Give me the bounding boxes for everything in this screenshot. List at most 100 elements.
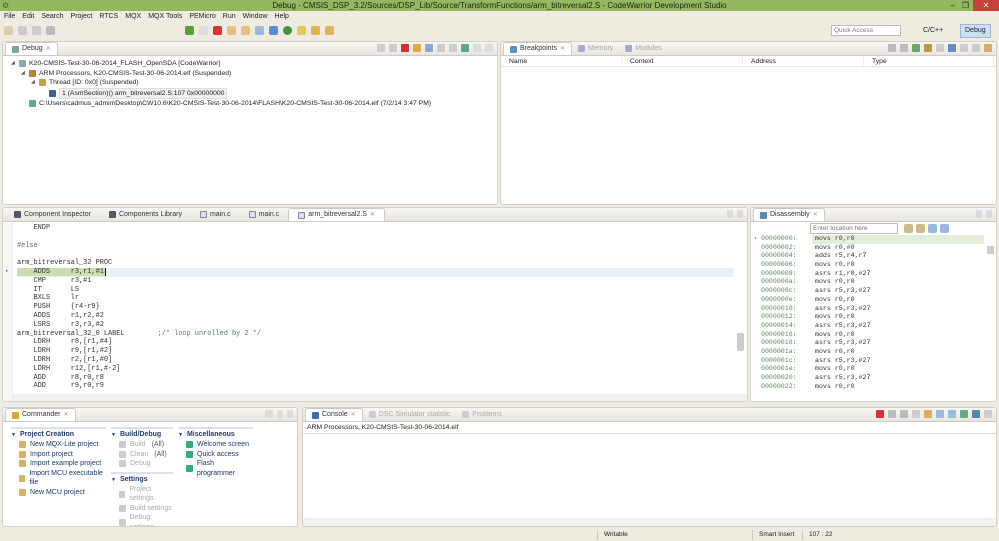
link-icon[interactable] xyxy=(928,224,937,233)
commander-section-header[interactable]: ▼ Miscellaneous xyxy=(178,427,253,438)
commander-section-header[interactable]: ▼ Project Creation xyxy=(11,427,106,438)
back-icon[interactable] xyxy=(311,26,320,35)
minimize-button[interactable]: – xyxy=(951,0,955,11)
column-header-type[interactable]: Type xyxy=(864,56,994,66)
menu-search[interactable]: Search xyxy=(41,11,63,22)
commander-item[interactable]: Welcome screen xyxy=(178,440,253,450)
save-all-icon[interactable] xyxy=(32,26,41,35)
tab-debug[interactable]: Debug ✕ xyxy=(5,42,58,55)
expand-arrow-icon[interactable]: ◢ xyxy=(21,69,26,79)
debug-tree-item[interactable]: C:\Users\cadmus_admin\Desktop\CW10.6\K20… xyxy=(11,99,497,109)
menu-mqx-tools[interactable]: MQX Tools xyxy=(148,11,182,22)
print-icon[interactable] xyxy=(46,26,55,35)
disassembly-row[interactable]: 00000004: adds r5,r4,r7 xyxy=(754,252,984,261)
debug-tree-item[interactable]: 1 (AsmSection)() arm_bitreversal2.S:107 … xyxy=(11,87,497,99)
disassembly-row[interactable]: 0000000c: asrs r5,r3,#27 xyxy=(754,287,984,296)
debug-tree-item[interactable]: ◢ ARM Processors, K20-CMSIS-Test-30-06-20… xyxy=(11,69,497,79)
editor-tab[interactable]: main.c xyxy=(191,208,240,221)
code-editor[interactable]: ENDP #else arm_bitreversal_32 PROC ➧ ADDS r… xyxy=(5,224,733,391)
commander-item[interactable]: Quick access xyxy=(178,450,253,460)
tab-memory[interactable]: Memory xyxy=(572,42,619,55)
disassembly-row[interactable]: 0000001c: asrs r5,r3,#27 xyxy=(754,357,984,366)
close-button[interactable]: ✕ xyxy=(973,0,999,11)
expand-arrow-icon[interactable]: ◢ xyxy=(11,59,16,69)
step-over-icon[interactable] xyxy=(241,26,250,35)
menu-pemicro[interactable]: PEMicro xyxy=(189,11,215,22)
forward-icon[interactable] xyxy=(325,26,334,35)
instruction-stepping-icon[interactable] xyxy=(255,26,264,35)
tab-modules[interactable]: Modules xyxy=(619,42,667,55)
commander-section-header[interactable]: ▼ Build/Debug xyxy=(111,427,173,438)
disassembly-row[interactable]: 00000002: movs r0,#0 xyxy=(754,244,984,253)
close-icon[interactable]: ✕ xyxy=(813,209,818,221)
menu-rtcs[interactable]: RTCS xyxy=(99,11,118,22)
disassembly-row[interactable]: ➧ 00000000: movs r0,r0 xyxy=(754,235,984,244)
close-icon[interactable]: ✕ xyxy=(560,43,565,55)
menu-help[interactable]: Help xyxy=(275,11,289,22)
tab-console[interactable]: Console ✕ xyxy=(305,408,363,421)
commander-item[interactable]: Project settings xyxy=(111,485,173,504)
disassembly-row[interactable]: 0000001e: movs r0,r0 xyxy=(754,365,984,374)
new-icon[interactable] xyxy=(4,26,13,35)
menu-mqx[interactable]: MQX xyxy=(125,11,141,22)
perspective-cpp[interactable]: C/C++ xyxy=(923,25,943,36)
disassembly-row[interactable]: 00000010: asrs r5,r3,#27 xyxy=(754,305,984,314)
column-header-context[interactable]: Context xyxy=(622,56,743,66)
step-into-icon[interactable] xyxy=(227,26,236,35)
disassembly-row[interactable]: 00000018: asrs r5,r3,#27 xyxy=(754,339,984,348)
commander-item[interactable]: Debug settings xyxy=(111,513,173,526)
location-input[interactable] xyxy=(810,223,898,234)
disassembly-row[interactable]: 0000001a: movs r0,r0 xyxy=(754,348,984,357)
disassembly-row[interactable]: 0000000e: movs r0,r0 xyxy=(754,296,984,305)
editor-tab[interactable]: Components Library xyxy=(100,208,191,221)
run-icon[interactable] xyxy=(283,26,292,35)
editor-tab[interactable]: main.c xyxy=(240,208,289,221)
search-icon[interactable] xyxy=(297,26,306,35)
go-icon[interactable] xyxy=(904,224,913,233)
editor-vscrollbar-thumb[interactable] xyxy=(737,333,744,351)
disassembly-row[interactable]: 00000022: movs r0,r0 xyxy=(754,383,984,392)
commander-item[interactable]: Build settings xyxy=(111,504,173,514)
sync-icon[interactable] xyxy=(940,224,949,233)
close-icon[interactable]: ✕ xyxy=(46,43,51,55)
debug-icon[interactable] xyxy=(269,26,278,35)
tab-commander[interactable]: Commander ✕ xyxy=(5,408,76,421)
commander-item[interactable]: New MCU project xyxy=(11,488,106,498)
expand-arrow-icon[interactable]: ◢ xyxy=(31,78,36,88)
menu-edit[interactable]: Edit xyxy=(22,11,34,22)
commander-item[interactable]: New MQX-Lite project xyxy=(11,440,106,450)
disassembly-row[interactable]: 00000008: asrs r1,r0,#27 xyxy=(754,270,984,279)
tab-dsc-simulator-statistic[interactable]: DSC Simulator statistic xyxy=(363,408,457,421)
disassembly-row[interactable]: 00000006: movs r0,r0 xyxy=(754,261,984,270)
menu-file[interactable]: File xyxy=(4,11,15,22)
quick-access-input[interactable] xyxy=(831,25,901,36)
terminate-icon[interactable] xyxy=(213,26,222,35)
disassembly-row[interactable]: 00000020: asrs r5,r3,#27 xyxy=(754,374,984,383)
tab-problems[interactable]: Problems xyxy=(456,408,508,421)
close-icon[interactable]: ✕ xyxy=(351,409,356,421)
suspend-icon[interactable] xyxy=(199,26,208,35)
commander-item[interactable]: Clean (All) xyxy=(111,450,173,460)
editor-tab[interactable]: arm_bitreversal2.S ✕ xyxy=(288,208,385,221)
disassembly-row[interactable]: 00000014: asrs r5,r3,#27 xyxy=(754,322,984,331)
save-icon[interactable] xyxy=(18,26,27,35)
menu-project[interactable]: Project xyxy=(71,11,93,22)
commander-item[interactable]: Flash programmer xyxy=(178,459,253,478)
tab-breakpoints[interactable]: Breakpoints ✕ xyxy=(503,42,572,55)
commander-item[interactable]: Import project xyxy=(11,450,106,460)
column-header-name[interactable]: Name xyxy=(501,56,622,66)
menu-window[interactable]: Window xyxy=(243,11,268,22)
disassembly-row[interactable]: 00000012: movs r0,r0 xyxy=(754,313,984,322)
perspective-debug[interactable]: Debug xyxy=(960,24,991,38)
menu-run[interactable]: Run xyxy=(223,11,236,22)
disassembly-vscrollbar-thumb[interactable] xyxy=(987,246,994,254)
column-header-address[interactable]: Address xyxy=(743,56,864,66)
commander-item[interactable]: Build (All) xyxy=(111,440,173,450)
commander-item[interactable]: Import example project xyxy=(11,459,106,469)
home-icon[interactable] xyxy=(916,224,925,233)
close-icon[interactable]: ✕ xyxy=(64,409,69,421)
commander-item[interactable]: Import MCU executable file xyxy=(11,469,106,488)
tab-disassembly[interactable]: Disassembly ✕ xyxy=(753,208,825,221)
maximize-button[interactable]: ❐ xyxy=(962,0,969,11)
close-icon[interactable]: ✕ xyxy=(370,209,375,221)
